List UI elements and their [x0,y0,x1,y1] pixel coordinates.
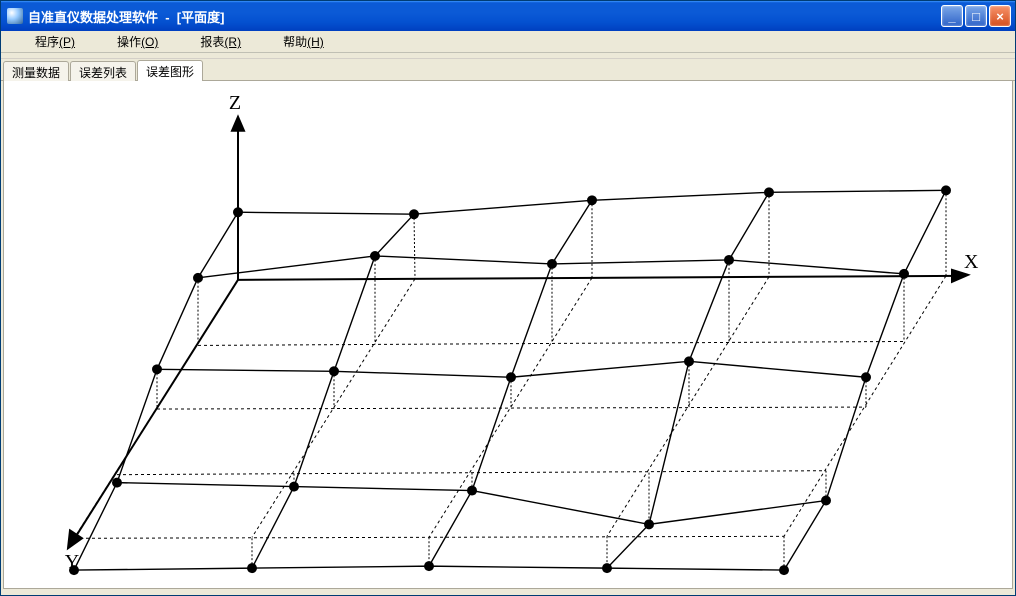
menu-program-label: 程序 [35,35,59,49]
axis-label-x: X [964,251,979,273]
close-button[interactable]: × [989,5,1011,27]
chart-svg: Z X Y [4,81,1012,588]
menu-operate-label: 操作 [117,35,141,49]
app-window: 自准直仪数据处理软件 - [平面度] _ □ × 程序(P) 操作(O) 报表(… [0,0,1016,596]
menu-report-hotkey: (R) [224,35,241,49]
chart-canvas: Z X Y [3,81,1013,589]
drop-lines [157,190,946,570]
maximize-button[interactable]: □ [965,5,987,27]
tab-error-graph[interactable]: 误差图形 [137,60,203,81]
menubar: 程序(P) 操作(O) 报表(R) 帮助(H) [1,31,1015,53]
menu-program-hotkey: (P) [59,35,75,49]
surface-nodes [69,185,951,575]
menu-help-label: 帮助 [283,35,307,49]
menu-report-label: 报表 [200,35,224,49]
menu-operate-hotkey: (O) [141,35,158,49]
tabstrip: 测量数据 误差列表 误差图形 [1,59,1015,81]
tab-measurement-data[interactable]: 测量数据 [3,61,69,81]
axis-label-z: Z [229,92,241,114]
window-controls: _ □ × [941,5,1011,27]
reference-plane-grid [74,276,946,538]
tab-error-list[interactable]: 误差列表 [70,61,136,81]
minimize-button[interactable]: _ [941,5,963,27]
statusbar [1,591,1015,595]
axes-group [68,117,968,548]
menu-help-hotkey: (H) [307,35,324,49]
